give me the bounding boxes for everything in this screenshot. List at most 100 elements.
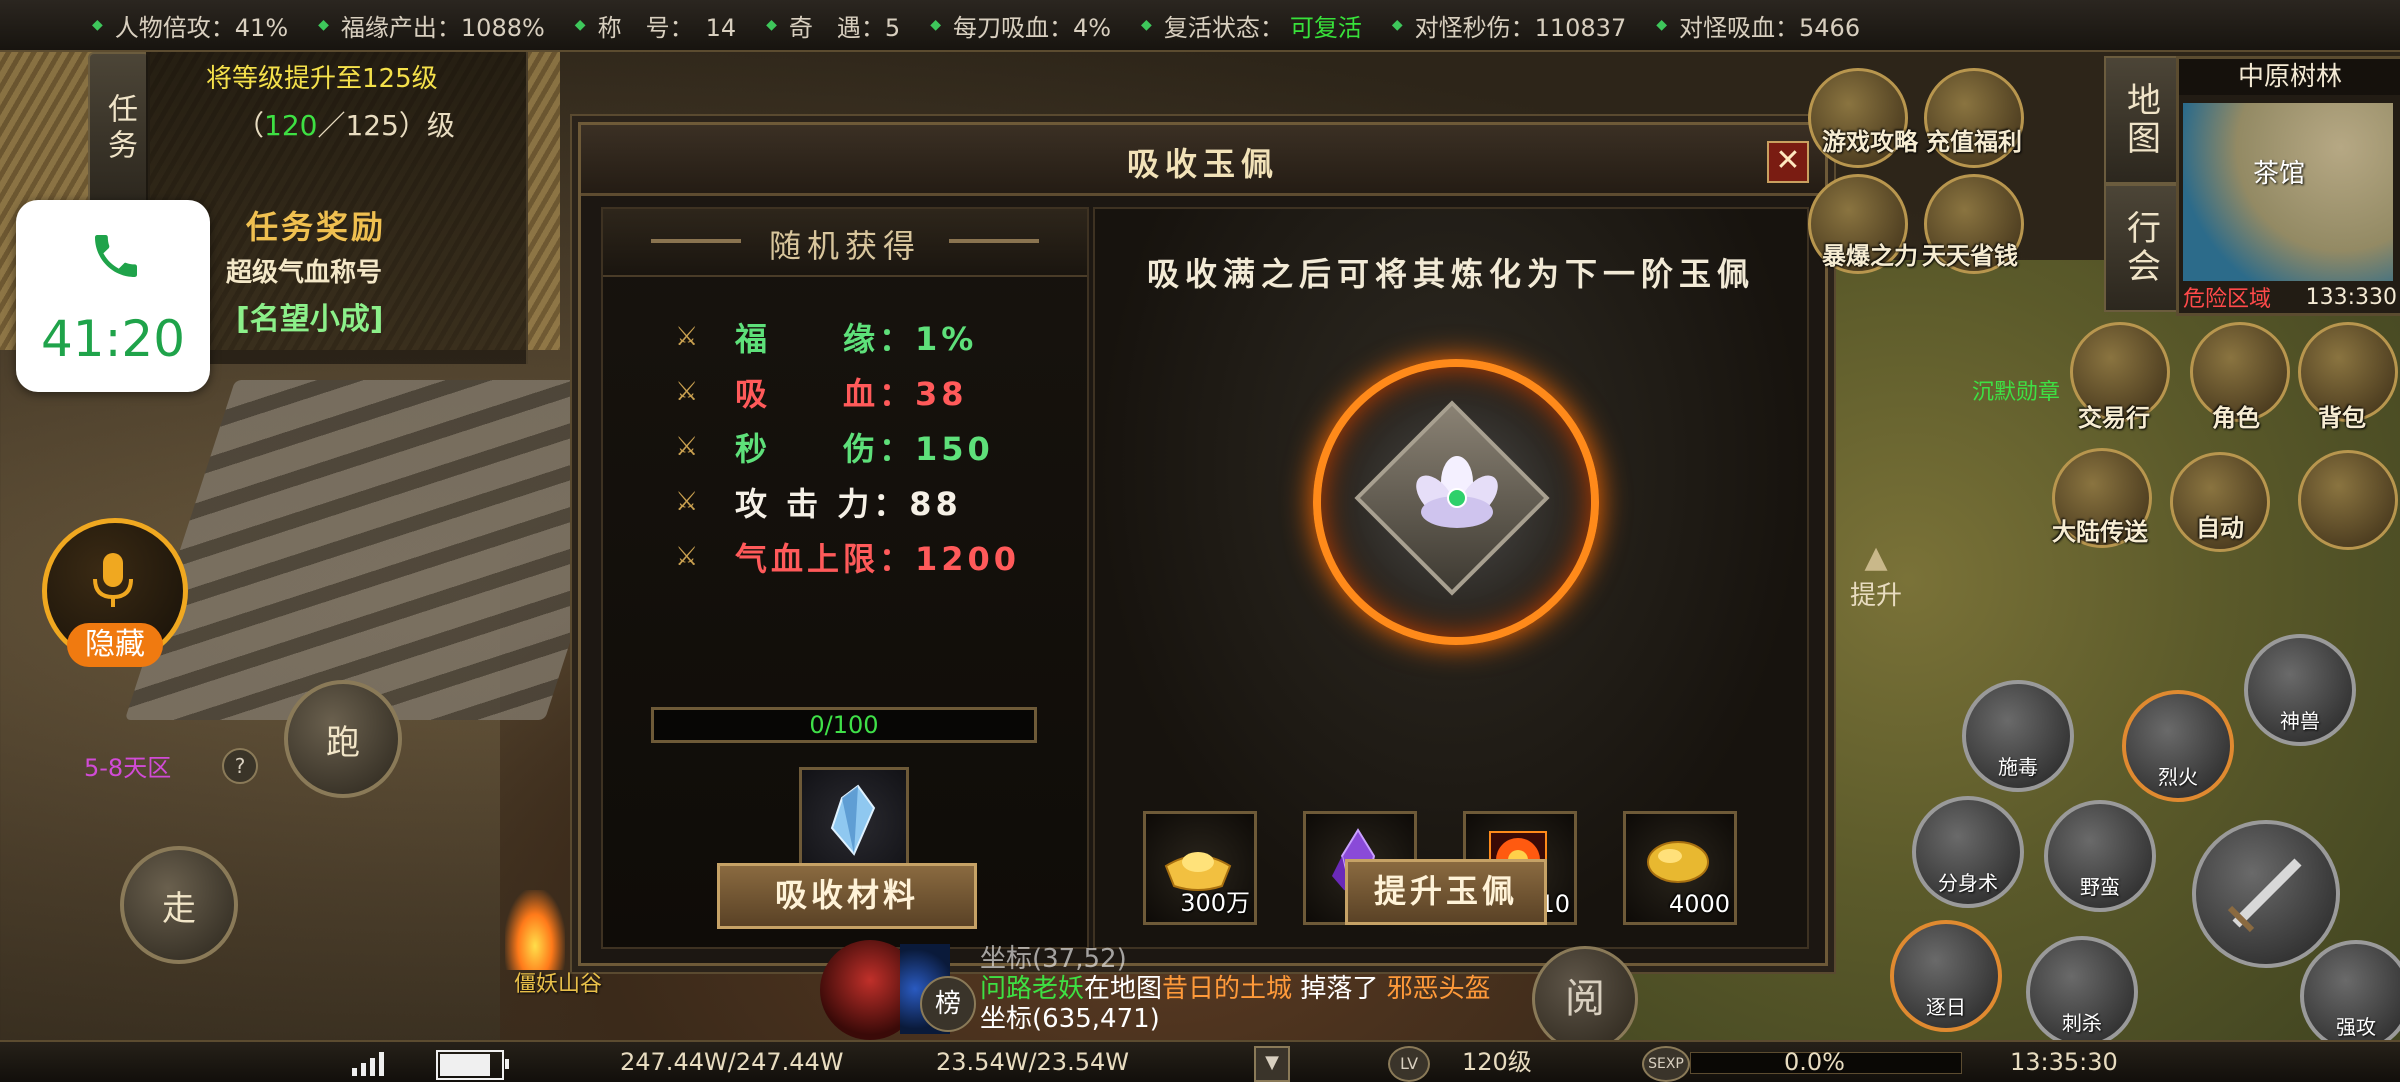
trade-label: 交易行 [2078, 404, 2150, 432]
character-label: 角色 [2212, 404, 2260, 432]
upgrade-description: 吸收满之后可将其炼化为下一阶玉佩 [1146, 255, 1755, 293]
location-label: 僵妖山谷 [514, 972, 603, 997]
jade-upgrade-pane: 吸收满之后可将其炼化为下一阶玉佩 300万 10 4000 提升玉佩 [1093, 207, 1809, 949]
cost-slot[interactable]: 4000 [1623, 811, 1737, 925]
gold-leaf-icon [1647, 841, 1709, 883]
absorb-jade-dialog: 吸收玉佩 ✕ 随机获得 ⚔ 福 缘：1% ⚔ 吸 血：38 ⚔ 秒 伤：150 ⚔ 攻 … [578, 122, 1828, 966]
absorb-progress-bar: 0/100 [651, 707, 1037, 743]
battery-icon [436, 1050, 509, 1080]
attribute-row: ⚔ 气血上限：1200 [675, 539, 1021, 578]
microphone-icon [93, 553, 133, 607]
danger-zone-label: 危险区域 [2183, 287, 2272, 312]
top-status-bar: 人物倍攻：41% 福缘产出：1088% 称 号： 14 奇 遇：5 每刀吸血：4… [0, 0, 2400, 52]
dialog-title: 吸收玉佩 [1126, 145, 1279, 183]
quest-title: 将等级提升至125级 [206, 64, 438, 94]
help-icon[interactable]: ? [222, 748, 258, 784]
call-widget[interactable]: 41:20 [16, 200, 210, 392]
skill-stab[interactable]: 刺杀 [2026, 936, 2138, 1048]
upgrade-jade-button[interactable]: 提升玉佩 [1345, 859, 1547, 925]
stat-title: 称 号： 14 [575, 8, 737, 43]
stat-lifesteal-vs-monster: 对怪吸血：5466 [1656, 8, 1860, 43]
player-coordinates: 133:330 [2305, 285, 2397, 310]
minimap[interactable]: 中原树林 茶馆 危险区域 133:330 [2176, 56, 2400, 316]
level-up-button[interactable]: ▲ 提升 [1850, 540, 1902, 612]
cost-amount: 4000 [1668, 890, 1730, 918]
attribute-row: ⚔ 福 缘：1% [675, 319, 978, 358]
quest-progress-current: 120 [264, 109, 318, 142]
run-button[interactable]: 跑 [284, 680, 402, 798]
clock: 13:35:30 [2010, 1048, 2118, 1076]
main-attack-button[interactable] [2192, 820, 2340, 968]
teleport-label: 大陆传送 [2052, 518, 2148, 546]
map-tab[interactable]: 地图 [2104, 56, 2178, 184]
game-guide-label: 游戏攻略 [1822, 128, 1918, 156]
chat-toggle-icon[interactable]: 阅 [1532, 946, 1638, 1052]
quest-progress: （120／125）级 [236, 109, 455, 142]
guild-tab[interactable]: 行会 [2104, 184, 2178, 312]
absorb-material-button[interactable]: 吸收材料 [717, 863, 977, 929]
skill-beast[interactable]: 神兽 [2244, 634, 2356, 746]
hp-readout: 247.44W/247.44W [620, 1048, 844, 1076]
chevron-down-icon[interactable]: ▼ [1254, 1046, 1290, 1082]
crossed-swords-icon: ⚔ [675, 431, 703, 462]
skill-clone[interactable]: 分身术 [1912, 796, 2024, 908]
xp-badge: SEXP [1642, 1046, 1690, 1082]
recharge-welfare-label: 充值福利 [1926, 128, 2022, 156]
material-slot[interactable] [799, 767, 909, 877]
chat-log[interactable]: 坐标(37,52) 问路老妖在地图昔日的土城 掉落了 邪恶头盔 坐标(635,4… [980, 944, 1540, 1040]
random-gain-title: 随机获得 [768, 227, 921, 265]
bottom-status-bar: 247.44W/247.44W 23.54W/23.54W ▼ LV 120级 … [0, 1040, 2400, 1082]
stat-encounter: 奇 遇：5 [766, 8, 900, 43]
auto-battle-label: 自动 [2196, 514, 2244, 542]
dialog-title-bar: 吸收玉佩 ✕ [581, 125, 1825, 196]
skill-blaze[interactable]: 烈火 [2122, 690, 2234, 802]
chat-line: 问路老妖在地图昔日的土城 掉落了 邪恶头盔 [980, 974, 1491, 1004]
quest-reward-line: 超级气血称号 [226, 258, 383, 288]
level-readout: 120级 [1462, 1048, 1532, 1076]
up-arrow-icon: ▲ [1864, 540, 1888, 575]
stat-dps-vs-monster: 对怪秒伤：110837 [1392, 8, 1627, 43]
skill-poison[interactable]: 施毒 [1962, 680, 2074, 792]
battery-level [440, 1054, 491, 1076]
minimap-title: 中原树林 [2179, 59, 2400, 95]
hide-label: 隐藏 [67, 623, 163, 667]
cost-slot[interactable]: 300万 [1143, 811, 1257, 925]
quest-tab[interactable]: 任务 [88, 52, 150, 206]
quest-reward-title: 任务奖励 [246, 208, 387, 246]
call-duration: 41:20 [40, 310, 186, 368]
absorb-progress-text: 0/100 [809, 711, 879, 739]
crossed-swords-icon: ⚔ [675, 376, 703, 407]
attribute-list: ⚔ 福 缘：1% ⚔ 吸 血：38 ⚔ 秒 伤：150 ⚔ 攻 击 力：88 ⚔ 气血上限… [675, 309, 1020, 584]
close-button[interactable]: ✕ [1767, 141, 1809, 183]
diamond-menu-icon[interactable] [2298, 450, 2398, 550]
voice-button[interactable]: 隐藏 [42, 518, 188, 667]
phone-icon [95, 235, 137, 277]
minimap-place-label: 茶馆 [2253, 159, 2306, 189]
cost-amount: 300万 [1180, 889, 1250, 917]
npc-name: 沉默勋章 [1972, 380, 2061, 405]
stat-lifesteal-per-hit: 每刀吸血：4% [930, 8, 1111, 43]
daily-savings-label: 天天省钱 [1922, 242, 2018, 270]
mp-readout: 23.54W/23.54W [936, 1048, 1129, 1076]
random-gain-header: 随机获得 [603, 209, 1087, 277]
crossed-swords-icon: ⚔ [675, 321, 703, 352]
attribute-row: ⚔ 攻 击 力：88 [675, 484, 962, 523]
explode-power-label: 暴爆之力 [1822, 242, 1918, 270]
sword-icon [2227, 858, 2302, 933]
level-badge: LV [1388, 1046, 1430, 1082]
xp-readout: 0.0% [1784, 1048, 1845, 1076]
chat-line: 坐标(37,52) [980, 944, 1127, 974]
skill-wild[interactable]: 野蛮 [2044, 800, 2156, 912]
signal-icon [352, 1052, 384, 1076]
random-gain-pane: 随机获得 ⚔ 福 缘：1% ⚔ 吸 血：38 ⚔ 秒 伤：150 ⚔ 攻 击 力：88 … [601, 207, 1089, 949]
stat-fortune-output: 福缘产出：1088% [318, 8, 545, 43]
lotus-jade-icon [1416, 456, 1498, 528]
jade-pendant-display [1313, 359, 1599, 645]
skill-chase[interactable]: 逐日 [1890, 920, 2002, 1032]
stat-multiplier: 人物倍攻：41% [92, 8, 288, 43]
ranking-button[interactable]: 榜 [920, 976, 976, 1032]
crossed-swords-icon: ⚔ [675, 541, 703, 572]
walk-button[interactable]: 走 [120, 846, 238, 964]
campfire [505, 890, 565, 970]
skill-attack[interactable]: 强攻 [2300, 940, 2400, 1052]
